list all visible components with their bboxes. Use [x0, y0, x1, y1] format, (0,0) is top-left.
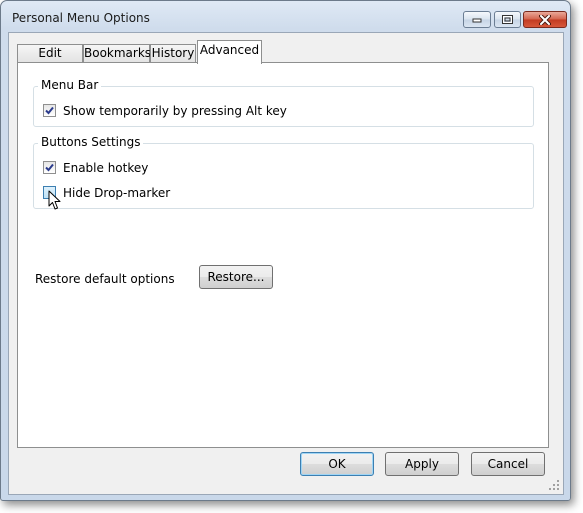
checkbox-box[interactable] — [43, 161, 56, 174]
close-icon — [539, 14, 551, 25]
checkbox-box[interactable] — [43, 104, 56, 117]
group-title: Buttons Settings — [38, 135, 144, 150]
tab-advanced[interactable]: Advanced — [197, 40, 262, 64]
tab-bookmarks[interactable]: Bookmarks — [83, 44, 152, 63]
tab-label: History — [151, 46, 195, 60]
tab-edit-menus[interactable]: Edit Menus — [17, 44, 83, 77]
advanced-tab-panel: Menu Bar Show temporarily by pressing Al… — [17, 62, 549, 448]
maximize-button[interactable] — [494, 11, 521, 28]
title-bar[interactable]: Personal Menu Options — [1, 1, 570, 31]
maximize-icon — [502, 15, 513, 24]
ok-button[interactable]: OK — [300, 452, 374, 476]
buttons-settings-group: Buttons Settings Enable hotkey Hide Drop… — [33, 135, 534, 209]
apply-button[interactable]: Apply — [385, 452, 459, 476]
checkbox-label: Hide Drop-marker — [63, 186, 171, 200]
checkbox-label: Enable hotkey — [63, 161, 149, 175]
minimize-button[interactable] — [463, 11, 491, 28]
menu-bar-group: Menu Bar Show temporarily by pressing Al… — [33, 78, 534, 127]
close-button[interactable] — [523, 11, 567, 28]
window-title: Personal Menu Options — [12, 11, 150, 25]
tab-label: Bookmarks — [84, 46, 152, 60]
dialog-window: Personal Menu Options Edit Menus — [0, 0, 571, 501]
resize-grip-icon[interactable] — [549, 480, 559, 490]
cancel-button[interactable]: Cancel — [471, 452, 545, 476]
tab-history[interactable]: History — [150, 44, 196, 63]
mouse-pointer-icon — [48, 190, 61, 210]
group-title: Menu Bar — [38, 78, 102, 93]
restore-default-label: Restore default options — [35, 272, 175, 286]
dialog-client-area: Edit Menus Bookmarks History Advanced Me… — [8, 32, 564, 495]
checkbox-label: Show temporarily by pressing Alt key — [63, 104, 287, 118]
tab-label: Advanced — [199, 43, 260, 57]
checkmark-icon — [45, 163, 54, 172]
checkmark-icon — [45, 106, 54, 115]
restore-button[interactable]: Restore... — [199, 265, 273, 289]
minimize-icon — [472, 18, 482, 22]
